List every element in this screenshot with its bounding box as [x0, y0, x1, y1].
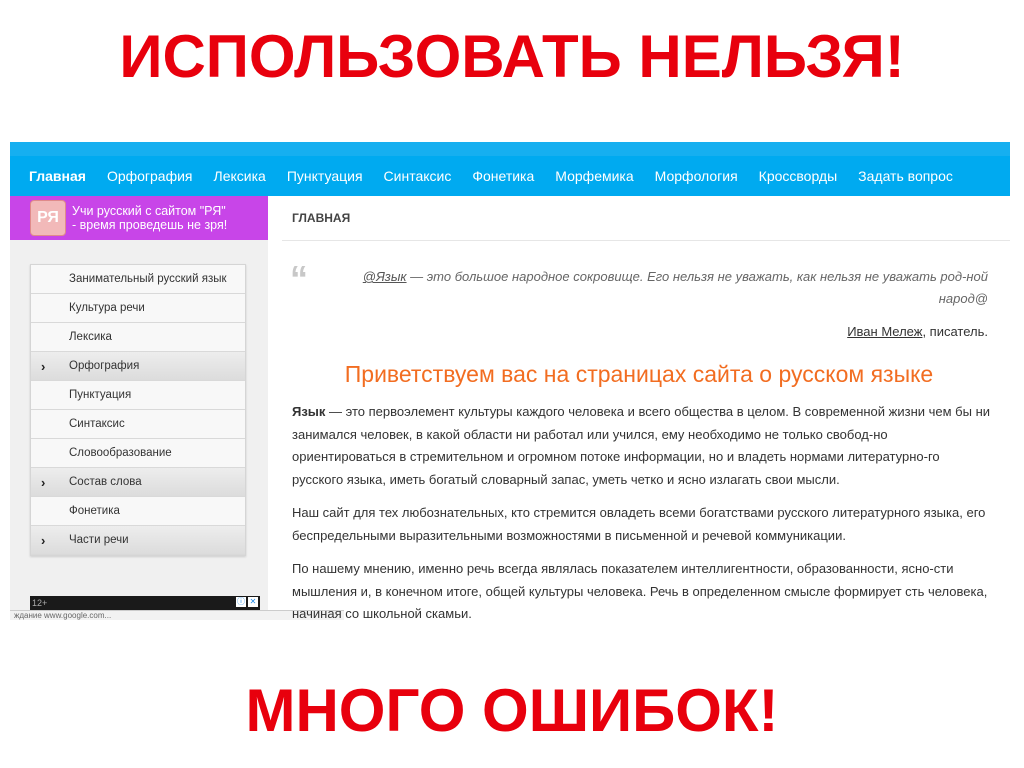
- ad-controls: ⓘ ✕: [234, 597, 258, 607]
- chevron-right-icon: ›: [41, 358, 46, 374]
- sidebar-menu-label: Словообразование: [69, 447, 172, 459]
- author-link[interactable]: Иван Мележ: [847, 324, 922, 339]
- sidebar-menu-item[interactable]: Словообразование: [31, 439, 245, 468]
- nav-item[interactable]: Кроссворды: [759, 168, 838, 184]
- breadcrumb[interactable]: ГЛАВНАЯ: [292, 211, 350, 225]
- nav-item[interactable]: Фонетика: [472, 168, 534, 184]
- sidebar-menu-item[interactable]: › Состав слова: [31, 468, 245, 497]
- age-rating-badge: 12+: [32, 598, 48, 608]
- sidebar-menu-item[interactable]: Культура речи: [31, 294, 245, 323]
- sidebar-menu-label: Пунктуация: [69, 389, 132, 401]
- sidebar-menu-item[interactable]: › Орфография: [31, 352, 245, 381]
- sidebar-menu-item[interactable]: Пунктуация: [31, 381, 245, 410]
- nav-item[interactable]: Морфемика: [555, 168, 633, 184]
- chevron-right-icon: ›: [41, 532, 46, 548]
- sidebar-menu-label: Синтаксис: [69, 418, 125, 430]
- nav-item[interactable]: Орфография: [107, 168, 193, 184]
- sidebar-menu-label: Занимательный русский язык: [69, 273, 227, 285]
- website-screenshot: Главная Орфография Лексика Пунктуация Синтак…: [10, 142, 1010, 620]
- paragraph-3: По нашему мнению, именно речь всегда явл…: [292, 561, 988, 620]
- sidebar-menu-label: Культура речи: [69, 302, 145, 314]
- chevron-right-icon: ›: [41, 474, 46, 490]
- top-color-bar: [10, 142, 1010, 156]
- main-navigation: Главная Орфография Лексика Пунктуация Синтак…: [10, 156, 1010, 196]
- paragraph-2: Наш сайт для тех любознательных, кто стр…: [292, 505, 986, 543]
- sidebar-menu-label: Орфография: [69, 360, 140, 372]
- author-role: , писатель.: [922, 324, 988, 339]
- epigraph-quote: @Язык — это большое народное сокровище. …: [348, 266, 988, 310]
- sidebar-menu-label: Части речи: [69, 534, 129, 546]
- banner-text: Учи русский с сайтом "РЯ" - время провед…: [72, 204, 227, 232]
- sidebar-menu-item[interactable]: Занимательный русский язык: [31, 265, 245, 294]
- nav-item[interactable]: Задать вопрос: [858, 168, 953, 184]
- paragraph-1-bold: Язык: [292, 404, 326, 419]
- ad-info-icon[interactable]: ⓘ: [236, 597, 246, 607]
- banner-line-2: - время проведешь не зря!: [72, 218, 228, 232]
- sidebar-menu-item[interactable]: Фонетика: [31, 497, 245, 526]
- sidebar-menu-item[interactable]: Синтаксис: [31, 410, 245, 439]
- paragraph-1: Язык — это первоэлемент культуры каждого…: [292, 401, 992, 491]
- slide-bottom-title: МНОГО ОШИБОК!: [245, 677, 779, 744]
- banner-line-1: Учи русский с сайтом "РЯ": [72, 204, 226, 218]
- sidebar-menu-item[interactable]: › Части речи: [31, 526, 245, 555]
- quote-author: Иван Мележ, писатель.: [348, 324, 988, 339]
- nav-item[interactable]: Пунктуация: [287, 168, 363, 184]
- sidebar-menu-label: Фонетика: [69, 505, 120, 517]
- sidebar-menu-label: Лексика: [69, 331, 112, 343]
- breadcrumb-divider: [282, 240, 1010, 241]
- slide-top-title: ИСПОЛЬЗОВАТЬ НЕЛЬЗЯ!: [119, 23, 905, 90]
- nav-item[interactable]: Морфология: [655, 168, 738, 184]
- site-logo-icon: РЯ: [30, 200, 66, 236]
- quote-icon: “: [290, 258, 308, 299]
- quote-text: — это большое народное сокровище. Его не…: [406, 269, 988, 306]
- main-content: ГЛАВНАЯ “ @Язык — это большое народное с…: [268, 196, 1010, 620]
- nav-item[interactable]: Синтаксис: [384, 168, 452, 184]
- sidebar-menu: Занимательный русский язык Культура речи Л…: [30, 264, 246, 556]
- quote-link[interactable]: @Язык: [363, 269, 407, 284]
- promo-banner[interactable]: РЯ Учи русский с сайтом "РЯ" - время про…: [10, 196, 268, 240]
- welcome-heading: Приветствуем вас на страницах сайта о ру…: [344, 361, 934, 387]
- sidebar-menu-label: Состав слова: [69, 476, 142, 488]
- nav-item[interactable]: Лексика: [214, 168, 266, 184]
- left-sidebar: РЯ Учи русский с сайтом "РЯ" - время про…: [10, 196, 268, 620]
- paragraph-1-text: — это первоэлемент культуры каждого чело…: [292, 404, 991, 487]
- nav-item[interactable]: Главная: [29, 168, 86, 184]
- ad-close-icon[interactable]: ✕: [248, 597, 258, 607]
- sidebar-menu-item[interactable]: Лексика: [31, 323, 245, 352]
